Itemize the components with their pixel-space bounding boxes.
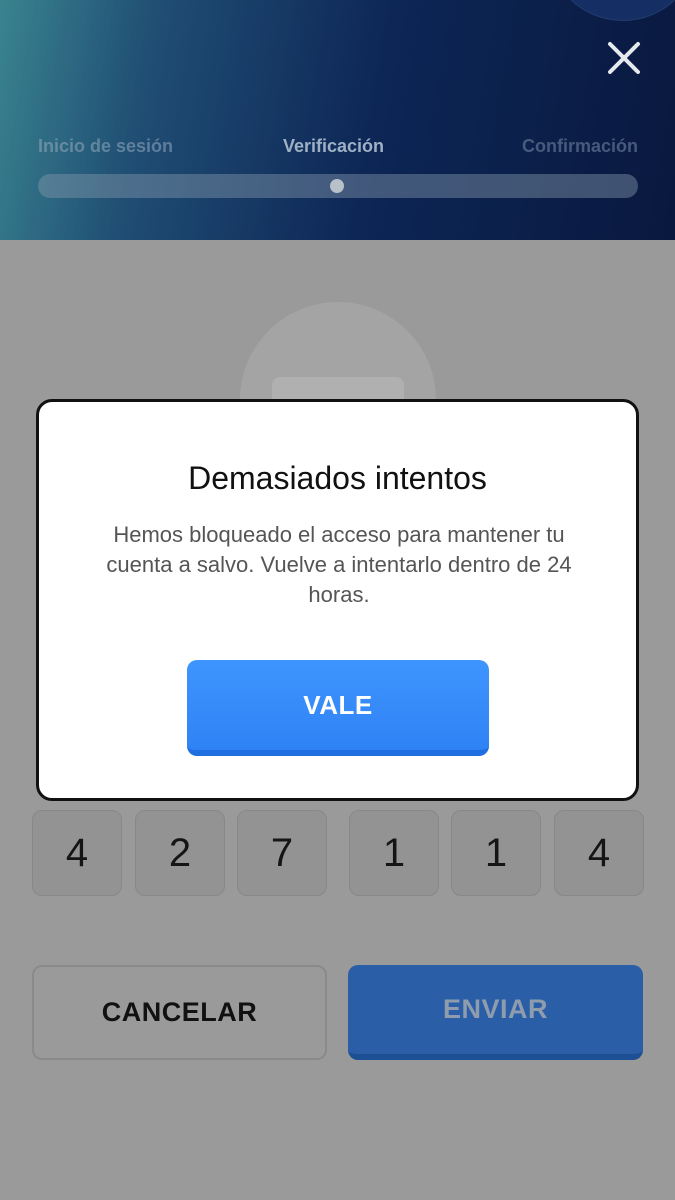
step-login: Inicio de sesión — [38, 136, 174, 156]
progress-indicator — [330, 179, 344, 193]
close-button[interactable] — [600, 34, 648, 82]
dialog-message: Hemos bloqueado el acceso para mantener … — [106, 522, 572, 607]
decorative-circle — [548, 0, 675, 20]
ok-button[interactable]: VALE — [187, 660, 489, 756]
code-digit-5[interactable]: 1 — [451, 810, 541, 896]
code-digit-2[interactable]: 2 — [135, 810, 225, 896]
dialog-title: Demasiados intentos — [188, 460, 487, 496]
alert-dialog: Demasiados intentos Hemos bloqueado el a… — [36, 399, 639, 801]
code-digit-6[interactable]: 4 — [554, 810, 644, 896]
code-digit-1[interactable]: 4 — [32, 810, 122, 896]
step-verification: Verificación — [283, 136, 385, 156]
cancel-button[interactable]: CANCELAR — [32, 965, 327, 1060]
close-icon — [608, 42, 640, 74]
code-digit-3[interactable]: 7 — [237, 810, 327, 896]
step-indicator: Inicio de sesión Verificación Confirmaci… — [38, 136, 638, 160]
step-confirmation: Confirmación — [521, 136, 638, 156]
send-button[interactable]: ENVIAR — [348, 965, 643, 1060]
code-digit-4[interactable]: 1 — [349, 810, 439, 896]
progress-bar — [38, 174, 638, 198]
header — [0, 0, 675, 240]
